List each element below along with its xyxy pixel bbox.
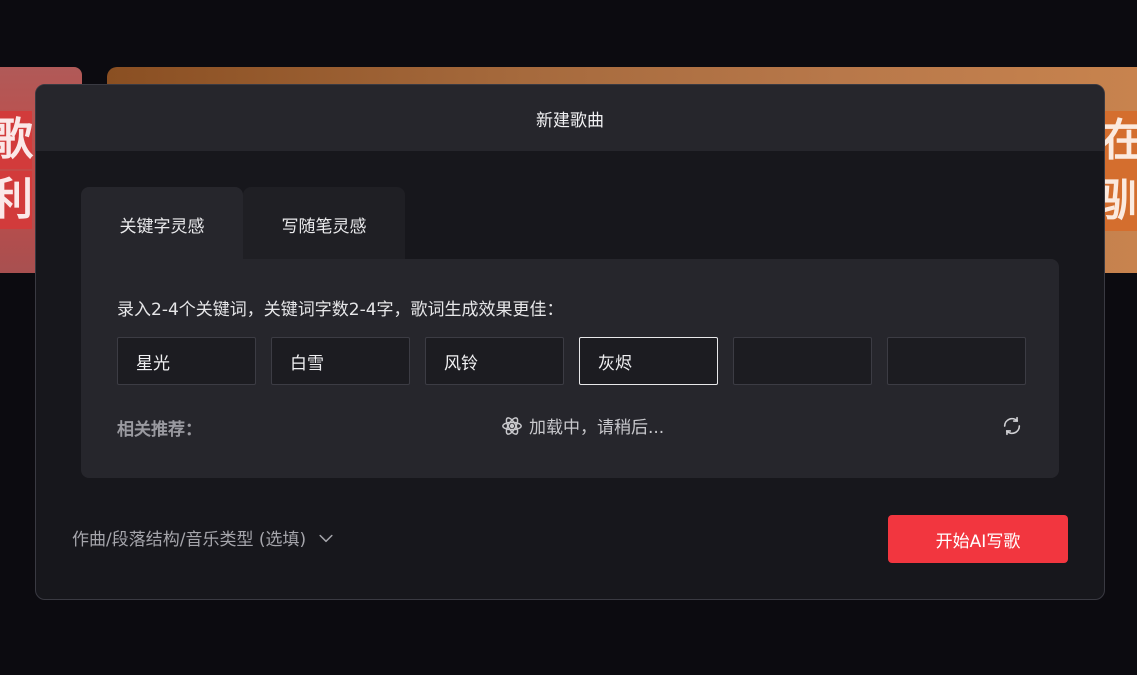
dialog-header: 新建歌曲 bbox=[36, 85, 1104, 151]
optional-settings-toggle[interactable]: 作曲/段落结构/音乐类型 (选填) bbox=[72, 525, 336, 550]
keyword-input-3[interactable] bbox=[425, 337, 564, 385]
optional-settings-label: 作曲/段落结构/音乐类型 (选填) bbox=[72, 530, 307, 550]
start-ai-songwriting-button[interactable]: 开始AI写歌 bbox=[888, 515, 1068, 563]
tab-essay-inspiration[interactable]: 写随笔灵感 bbox=[243, 187, 405, 261]
loading-text: 加载中，请稍后... bbox=[529, 418, 665, 438]
chevron-down-icon bbox=[319, 534, 333, 542]
atom-loading-icon bbox=[502, 416, 522, 435]
tab-keyword-inspiration[interactable]: 关键字灵感 bbox=[81, 187, 243, 261]
banner-left-char-2: 利 bbox=[0, 171, 33, 229]
related-recommendations-label: 相关推荐： bbox=[117, 420, 202, 440]
keyword-inputs bbox=[117, 337, 1026, 385]
keyword-input-5[interactable] bbox=[733, 337, 872, 385]
banner-right-char-2: 驯 bbox=[1101, 171, 1137, 231]
new-song-dialog: 新建歌曲 关键字灵感 写随笔灵感 录入2-4个关键词，关键词字数2-4字，歌词生… bbox=[35, 84, 1105, 600]
keyword-input-2[interactable] bbox=[271, 337, 410, 385]
keyword-input-1[interactable] bbox=[117, 337, 256, 385]
refresh-icon[interactable] bbox=[1001, 415, 1023, 437]
keyword-panel: 录入2-4个关键词，关键词字数2-4字，歌词生成效果更佳： 相关推荐： 加载中，… bbox=[81, 259, 1059, 478]
keyword-input-6[interactable] bbox=[887, 337, 1026, 385]
loading-indicator: 加载中，请稍后... bbox=[501, 413, 664, 438]
keyword-input-4[interactable] bbox=[579, 337, 718, 385]
banner-right-char-1: 在 bbox=[1101, 111, 1137, 171]
keyword-hint: 录入2-4个关键词，关键词字数2-4字，歌词生成效果更佳： bbox=[117, 300, 564, 320]
dialog-title: 新建歌曲 bbox=[536, 110, 604, 131]
inspiration-tabs: 关键字灵感 写随笔灵感 bbox=[81, 187, 405, 261]
banner-left-char-1: 歌 bbox=[0, 111, 33, 169]
